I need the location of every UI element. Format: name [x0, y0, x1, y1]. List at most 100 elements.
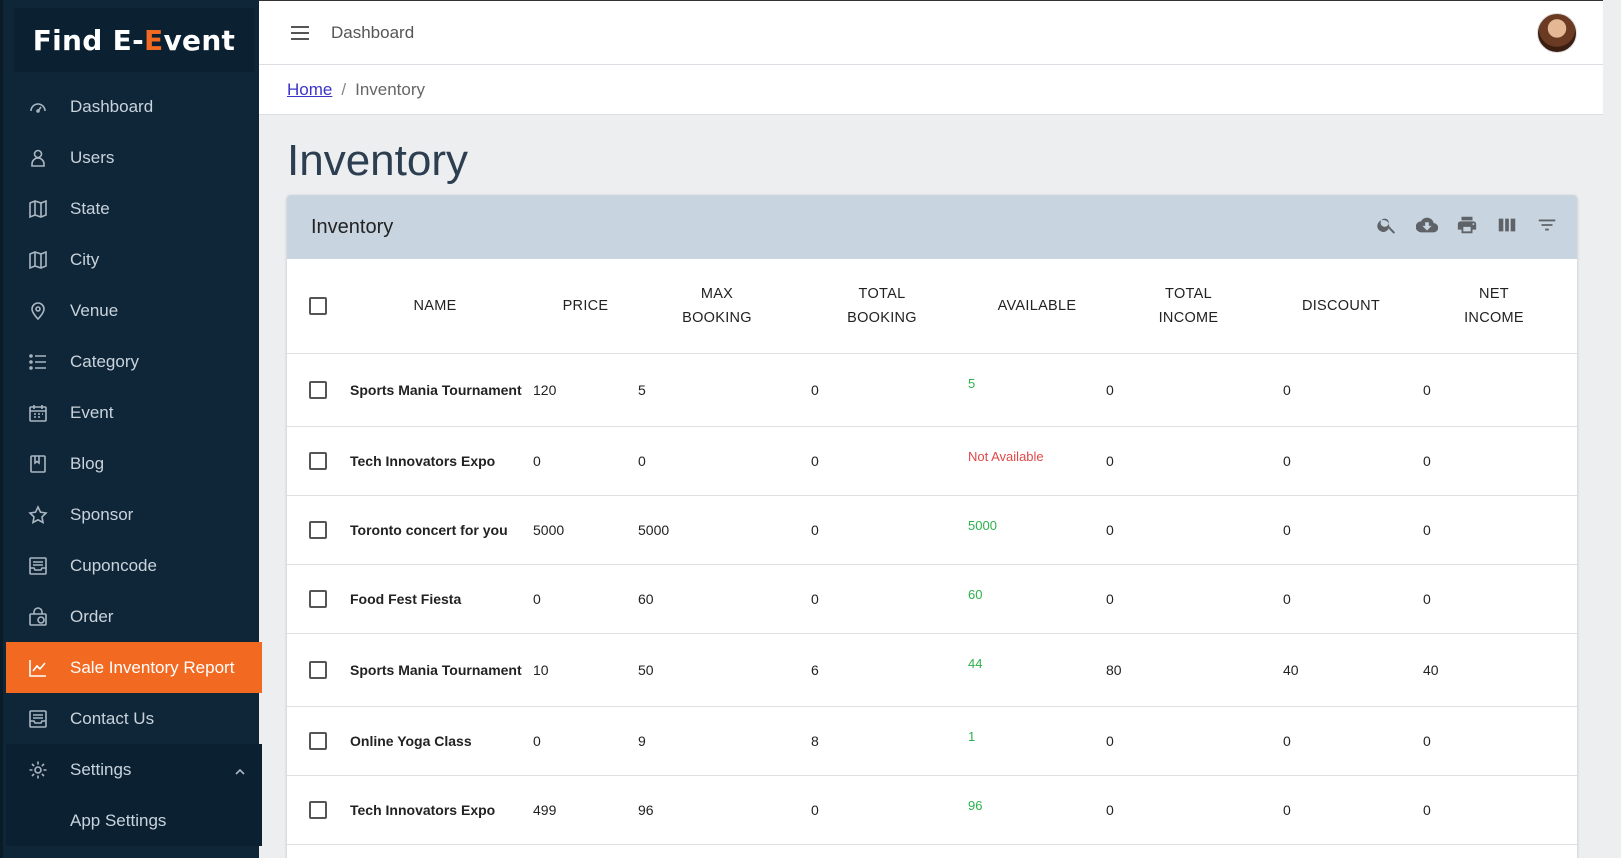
- sidebar-item-users[interactable]: Users: [6, 132, 262, 183]
- cell-net-income: 0: [1411, 706, 1577, 776]
- sidebar-item-city[interactable]: City: [6, 234, 262, 285]
- row-checkbox[interactable]: [309, 380, 327, 399]
- select-all-checkbox[interactable]: [309, 296, 327, 315]
- chevron-up-icon[interactable]: [234, 763, 246, 783]
- row-checkbox[interactable]: [309, 660, 327, 679]
- cell-price: 10: [533, 633, 638, 707]
- avatar[interactable]: [1537, 13, 1577, 53]
- header-max-booking-line1: MAX: [700, 285, 734, 302]
- book-icon: [28, 454, 48, 474]
- row-checkbox[interactable]: [309, 451, 327, 470]
- row-checkbox[interactable]: [309, 731, 327, 750]
- cell-available: 44: [968, 633, 1106, 707]
- cell-discount: 0: [1271, 775, 1411, 845]
- sidebar-item-state[interactable]: State: [6, 183, 262, 234]
- header-name[interactable]: NAME: [337, 259, 533, 354]
- header-max-booking-line2: BOOKING: [682, 309, 752, 326]
- cell-discount: 0: [1271, 564, 1411, 634]
- sidebar-item-label: Blog: [70, 453, 105, 473]
- cell-price: 5000: [533, 495, 638, 565]
- row-checkbox[interactable]: [309, 520, 327, 539]
- sidebar-item-sponsor[interactable]: Sponsor: [6, 489, 262, 540]
- chart-line-icon: [28, 658, 48, 678]
- print-icon[interactable]: [1455, 213, 1479, 237]
- calendar-icon: [28, 403, 48, 423]
- sidebar-item-category[interactable]: Category: [6, 336, 262, 387]
- sidebar-item-venue[interactable]: Venue: [6, 285, 262, 336]
- columns-icon[interactable]: [1495, 213, 1519, 237]
- inventory-table: NAME PRICE MAX BOOKING TOTAL BOOKING AVAIL…: [287, 259, 1577, 845]
- cell-available: 1: [968, 706, 1106, 776]
- table-row[interactable]: Online Yoga Class 0 9 8 1 0 0 0: [287, 706, 1577, 776]
- brand-logo[interactable]: Find E- Event: [14, 8, 254, 72]
- cell-name: Sports Mania Tournament: [337, 353, 533, 427]
- sidebar-item-label: Sponsor: [70, 504, 134, 524]
- search-icon[interactable]: [1375, 213, 1399, 237]
- sidebar-item-settings[interactable]: Settings: [6, 744, 262, 795]
- cell-available: 60: [968, 564, 1106, 634]
- table-row[interactable]: Toronto concert for you 5000 5000 0 5000…: [287, 495, 1577, 565]
- sidebar-item-blog[interactable]: Blog: [6, 438, 262, 489]
- sidebar-item-contact-us[interactable]: Contact Us: [6, 693, 262, 744]
- cell-net-income: 0: [1411, 495, 1577, 565]
- sidebar-item-order[interactable]: Order: [6, 591, 262, 642]
- header-total-booking-line2: BOOKING: [847, 309, 917, 326]
- table-row[interactable]: Tech Innovators Expo 499 96 0 96 0 0 0: [287, 775, 1577, 845]
- table-row[interactable]: Sports Mania Tournament 10 50 6 44 80 40…: [287, 633, 1577, 707]
- cell-total-income: 0: [1106, 426, 1271, 496]
- cloud-download-icon[interactable]: [1415, 213, 1439, 237]
- table-toolbar: [1375, 213, 1559, 237]
- map-icon: [28, 250, 48, 270]
- breadcrumb-separator: /: [341, 79, 347, 99]
- sidebar-item-label: Sale Inventory Report: [70, 657, 235, 677]
- row-select-cell: [287, 353, 337, 427]
- cell-available: 5: [968, 353, 1106, 427]
- cell-price: 0: [533, 706, 638, 776]
- cell-available: Not Available: [968, 426, 1106, 496]
- sidebar-item-event[interactable]: Event: [6, 387, 262, 438]
- sidebar-item-cuponcode[interactable]: Cuponcode: [6, 540, 262, 591]
- table-row[interactable]: Tech Innovators Expo 0 0 0 Not Available…: [287, 426, 1577, 496]
- cell-name: Sports Mania Tournament: [337, 633, 533, 707]
- cell-name: Tech Innovators Expo: [337, 426, 533, 496]
- filter-icon[interactable]: [1535, 213, 1559, 237]
- table-row[interactable]: Food Fest Fiesta 0 60 0 60 0 0 0: [287, 564, 1577, 634]
- cell-discount: 0: [1271, 495, 1411, 565]
- cell-discount: 0: [1271, 426, 1411, 496]
- row-select-cell: [287, 775, 337, 845]
- card-header: Inventory: [287, 195, 1577, 259]
- row-checkbox[interactable]: [309, 589, 327, 608]
- row-checkbox[interactable]: [309, 800, 327, 819]
- location-pin-icon: [28, 301, 48, 321]
- sidebar-subitem-label: App Settings: [70, 810, 167, 830]
- cell-discount: 40: [1271, 633, 1411, 707]
- breadcrumb-current: Inventory: [355, 79, 426, 99]
- cell-net-income: 0: [1411, 564, 1577, 634]
- cell-total-booking: 0: [796, 564, 968, 634]
- cell-max-booking: 9: [638, 706, 796, 776]
- cell-name: Online Yoga Class: [337, 706, 533, 776]
- inbox-icon: [28, 709, 48, 729]
- cell-total-income: 0: [1106, 775, 1271, 845]
- sidebar-item-dashboard[interactable]: Dashboard: [6, 81, 262, 132]
- sidebar-item-label: Settings: [70, 759, 132, 779]
- sidebar-item-label: Venue: [70, 300, 119, 320]
- hamburger-menu-icon[interactable]: [291, 25, 309, 40]
- sidebar-subitem-app-settings[interactable]: App Settings: [6, 795, 262, 846]
- sidebar-item-label: Category: [70, 351, 139, 371]
- header-max-booking[interactable]: MAX BOOKING: [638, 259, 796, 354]
- header-total-booking[interactable]: TOTAL BOOKING: [796, 259, 968, 354]
- header-price[interactable]: PRICE: [533, 259, 638, 354]
- breadcrumb-home-link[interactable]: Home: [287, 80, 332, 100]
- cell-net-income: 0: [1411, 353, 1577, 427]
- sidebar-item-sale-inventory-report[interactable]: Sale Inventory Report: [6, 642, 262, 693]
- card-title: Inventory: [311, 215, 394, 238]
- header-net-income-line1: NET: [1479, 285, 1509, 302]
- header-discount[interactable]: DISCOUNT: [1271, 259, 1411, 354]
- table-row[interactable]: Sports Mania Tournament 120 5 0 5 0 0 0: [287, 353, 1577, 427]
- header-available[interactable]: AVAILABLE: [968, 259, 1106, 354]
- cell-price: 120: [533, 353, 638, 427]
- map-icon: [28, 199, 48, 219]
- header-total-income[interactable]: TOTAL INCOME: [1106, 259, 1271, 354]
- header-net-income[interactable]: NET INCOME: [1411, 259, 1577, 354]
